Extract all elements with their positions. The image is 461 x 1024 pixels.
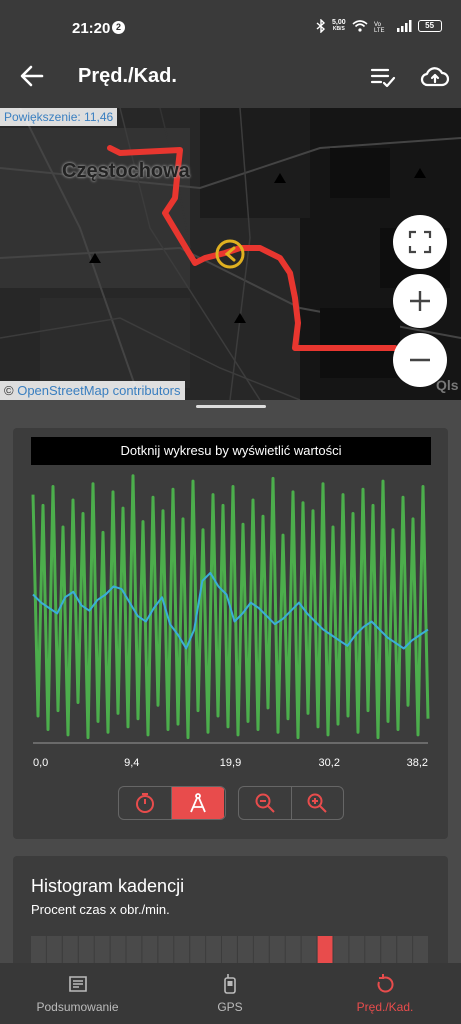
speed-cadence-chart-card: Dotknij wykresu by wyświetlić wartości 0… (13, 428, 448, 839)
stopwatch-icon (136, 793, 154, 813)
x-tick-label: 38,2 (407, 757, 428, 769)
minus-icon (410, 358, 430, 362)
cadence-histogram-card: Histogram kadencji Procent czas x obr./m… (13, 856, 448, 976)
route-map[interactable]: Qls Powiększenie: 11,46 Częstochowa © Op… (0, 108, 461, 400)
osm-credit[interactable]: © OpenStreetMap contributors (0, 381, 185, 400)
map-city-label: Częstochowa (62, 160, 190, 182)
page-title: Pręd./Kad. (78, 65, 177, 87)
checklist-icon[interactable] (370, 64, 396, 90)
map-resize-divider[interactable] (0, 400, 461, 416)
compass-icon (190, 793, 206, 813)
zoom-toggle (238, 786, 344, 820)
gps-device-icon (224, 974, 236, 994)
volte-icon: VoLTE (374, 22, 385, 32)
cloud-upload-icon[interactable] (420, 62, 450, 92)
histogram-title: Histogram kadencji (31, 876, 185, 896)
x-tick-label: 30,2 (319, 757, 340, 769)
x-tick-label: 0,0 (33, 757, 48, 769)
status-time: 21:20 (72, 20, 111, 37)
fullscreen-button[interactable] (393, 215, 447, 269)
map-zoom-in-button[interactable] (393, 274, 447, 328)
nav-speed-cadence[interactable]: Pręd./Kad. (335, 963, 435, 1024)
chart-zoom-in-button[interactable] (291, 787, 343, 819)
document-icon (68, 976, 87, 992)
zoom-in-icon (307, 793, 327, 813)
map-zoom-label: Powiększenie: 11,46 (0, 108, 118, 126)
fullscreen-icon (408, 230, 432, 254)
chart-zoom-out-button[interactable] (239, 787, 291, 819)
app-bar: Pręd./Kad. (0, 46, 461, 108)
back-arrow-icon[interactable] (18, 62, 46, 90)
refresh-icon (377, 974, 394, 993)
histogram-subtitle: Procent czas x obr./min. (31, 902, 170, 917)
wifi-icon (352, 20, 368, 32)
time-axis-button[interactable] (119, 787, 171, 819)
chart-controls (13, 786, 448, 824)
plus-icon (410, 291, 430, 311)
drag-handle[interactable] (196, 405, 266, 408)
zoom-out-icon (255, 793, 275, 813)
bottom-navigation: Podsumowanie GPS Pręd./Kad. (0, 963, 461, 1024)
signal-icon (396, 20, 412, 32)
svg-text:LTE: LTE (374, 28, 385, 32)
svg-text:Qls: Qls (436, 377, 459, 393)
status-icons: 5,00 KB/S Vo LTE 55 (316, 19, 442, 33)
nav-summary[interactable]: Podsumowanie (30, 963, 125, 1024)
nav-gps[interactable]: GPS (195, 963, 265, 1024)
x-tick-label: 9,4 (124, 757, 139, 769)
map-tiles: Qls (0, 108, 461, 400)
speed-cadence-chart[interactable]: 0,0 9,4 19,9 30,2 38,2 (13, 468, 448, 778)
notification-badge: 2 (112, 21, 125, 34)
distance-axis-button[interactable] (172, 787, 224, 819)
chart-hint: Dotknij wykresu by wyświetlić wartości (31, 437, 431, 465)
net-speed: 5,00 KB/S (332, 19, 346, 32)
battery-indicator: 55 (417, 20, 442, 32)
axis-mode-toggle (118, 786, 226, 820)
status-bar: 21:20 2 5,00 KB/S Vo LTE 55 (0, 0, 461, 46)
bluetooth-icon (316, 19, 326, 33)
x-tick-label: 19,9 (220, 757, 241, 769)
map-zoom-out-button[interactable] (393, 333, 447, 387)
